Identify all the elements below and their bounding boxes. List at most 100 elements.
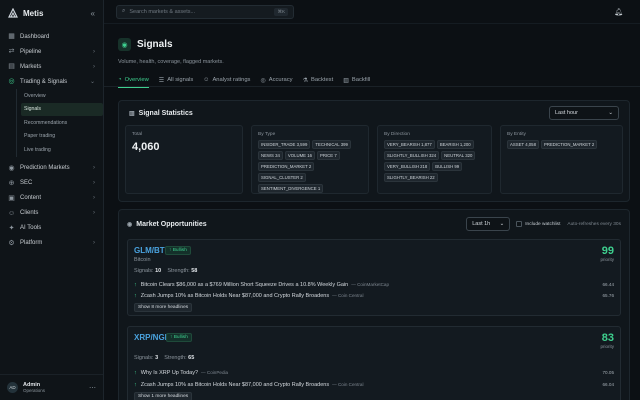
priority-value: 83 [601, 332, 614, 344]
stat-chip: ASSET 4,058 [507, 140, 539, 149]
headline-score: 66.04 [602, 382, 615, 387]
by-entity-chips: ASSET 4,058 PREDICTION_MARKET 2 [507, 140, 616, 149]
user-profile[interactable]: AD Admin Operations ⋯ [0, 374, 103, 400]
sidebar-item-trading-signals[interactable]: ◎ Trading & Signals ⌄ [0, 74, 103, 89]
chevron-down-icon: ⌄ [89, 79, 95, 85]
tab-label: Analyst ratings [212, 77, 251, 83]
tab-accuracy[interactable]: ◎ Accuracy [260, 73, 292, 87]
sidebar-item-label: SEC [20, 180, 33, 186]
search-input[interactable] [129, 8, 275, 15]
platform-icon: ⚙ [8, 239, 15, 247]
stat-chip: VERY_BULLISH 218 [384, 162, 431, 171]
headline-item[interactable]: ↑ Zcash Jumps 10% as Bitcoin Holds Near $… [134, 291, 614, 300]
chevron-down-icon: ⌄ [499, 221, 505, 227]
watchlist-checkbox[interactable] [516, 221, 523, 227]
market-opportunities-card: ◉ Market Opportunities Last 1h ⌄ Include w… [118, 209, 630, 400]
tab-icon: ▥ [343, 77, 349, 84]
signal-icon: ◉ [118, 38, 131, 51]
sidebar-item-pipeline[interactable]: ⇄ Pipeline › [0, 44, 103, 59]
headline-item[interactable]: ↑ Bitcoin Clears $86,000 as a $769 Millio… [134, 280, 614, 289]
tab-backfill[interactable]: ▥ Backfill [343, 73, 370, 87]
headline-source: — Coin Central [332, 293, 364, 298]
sec-icon: ⊕ [8, 179, 15, 187]
include-watchlist-toggle[interactable]: Include watchlist [516, 221, 560, 227]
chevron-right-icon: › [93, 180, 95, 186]
headline-score: 65.76 [602, 293, 615, 298]
sidebar-item-label: Clients [20, 210, 39, 216]
priority-value: 99 [601, 245, 614, 257]
stat-chip: VOLUME 16 [284, 151, 315, 160]
stat-chip: PREDICTION_MARKET 2 [258, 162, 315, 171]
tab-icon: ⚗ [302, 77, 308, 84]
tab-label: Accuracy [268, 77, 293, 83]
clients-icon: ☺ [8, 209, 16, 217]
show-more-headlines-button[interactable]: Show 1 more headlines [134, 392, 193, 400]
bell-icon[interactable]: 🔔︎ [614, 8, 623, 16]
sidebar-item-ai-tools[interactable]: ✦ AI Tools [0, 221, 103, 236]
brand: Metis « [0, 1, 103, 25]
page-header: ◉ Signals Volume, health, coverage, flag… [104, 24, 640, 65]
signal-statistics-card: ▥ Signal Statistics Last hour ⌄ Total 4,06… [118, 100, 630, 202]
headline-item[interactable]: ↑ Zcash Jumps 10% as Bitcoin Holds Near $… [134, 380, 614, 389]
tab-icon: ◎ [260, 77, 266, 84]
headline-item[interactable]: ↑ Why Is XRP Up Today? — CoinPedia 70.05 [134, 368, 614, 377]
show-more-headlines-button[interactable]: Show 8 more headlines [134, 303, 193, 312]
opportunity-symbol[interactable]: XRP/NGN [134, 333, 170, 342]
sidebar-subitem-overview[interactable]: Overview [21, 89, 103, 103]
sidebar-item-content[interactable]: ▣ Content › [0, 191, 103, 206]
page-title: Signals [137, 39, 173, 50]
chevron-right-icon: › [93, 195, 95, 201]
headline-score: 70.05 [602, 370, 615, 375]
direction-badge: ↑ Bullish [165, 246, 191, 255]
chevron-right-icon: › [93, 240, 95, 246]
by-direction-label: By Direction [384, 132, 410, 137]
by-entity-label: By Entity [507, 132, 526, 137]
sidebar-subitem-signals[interactable]: Signals [21, 102, 103, 116]
tab-overview[interactable]: ◔ Overview [118, 73, 149, 88]
tab-all-signals[interactable]: ☰ All signals [159, 73, 194, 87]
tab-backtest[interactable]: ⚗ Backtest [303, 73, 334, 87]
by-type-box: By Type INSIDER_TRADE 3,599 TECHNICAL 399… [251, 125, 369, 194]
sidebar-subitem-recommendations[interactable]: Recommendations [21, 116, 103, 130]
headline-source: — CoinPedia [201, 370, 229, 375]
pipeline-icon: ⇄ [8, 48, 15, 55]
collapse-sidebar-icon[interactable]: « [91, 9, 95, 18]
main-content: ⌕ ⌘K 🔔︎ ◉ Signals Volume, health, covera… [104, 0, 640, 400]
auto-refresh-note: Auto-refreshes every 30s [567, 221, 621, 227]
opportunity-card[interactable]: GLM/BTC ↑ Bullish Bitcoin Signals: 10 Stren… [127, 239, 621, 316]
chart-icon: ▥ [129, 110, 135, 117]
stat-chip: TECHNICAL 399 [312, 140, 351, 149]
search-box[interactable]: ⌕ ⌘K [116, 4, 294, 19]
arrow-up-icon: ↑ [134, 292, 137, 299]
sidebar-item-prediction-markets[interactable]: ◉ Prediction Markets › [0, 161, 103, 176]
total-value: 4,060 [132, 141, 160, 153]
opportunity-meta: Signals: 10 Strength: 58 [134, 268, 198, 274]
stat-chip: SIGNAL_CLUSTER 2 [258, 173, 306, 182]
tab-analyst-ratings[interactable]: ☺ Analyst ratings [203, 73, 250, 87]
period-select[interactable]: Last hour ⌄ [549, 106, 619, 120]
sidebar-item-sec[interactable]: ⊕ SEC › [0, 176, 103, 191]
sidebar-subitem-paper-trading[interactable]: Paper trading [21, 130, 103, 144]
app-root: Metis « ▦ Dashboard ⇄ Pipeline › ▤ Markets › ◎ Tr… [0, 0, 640, 400]
sidebar-item-clients[interactable]: ☺ Clients › [0, 206, 103, 221]
opportunity-card[interactable]: XRP/NGN ↑ Bullish Signals: 3 Strength: 65 8… [127, 326, 621, 400]
app-name: Metis [23, 8, 44, 18]
topbar: ⌕ ⌘K 🔔︎ [104, 0, 640, 24]
sidebar-item-markets[interactable]: ▤ Markets › [0, 59, 103, 74]
search-icon: ⌕ [122, 8, 126, 14]
sidebar-subitem-live-trading[interactable]: Live trading [21, 143, 103, 157]
chevron-right-icon: › [93, 48, 95, 55]
by-direction-chips: VERY_BEARISH 1,877 BEARISH 1,200 SLIGHTLY_… [384, 140, 485, 182]
sidebar-item-label: Content [20, 195, 42, 201]
sidebar-item-dashboard[interactable]: ▦ Dashboard [0, 29, 103, 44]
user-role: Operations [23, 388, 46, 393]
sidebar-item-platform[interactable]: ⚙ Platform › [0, 236, 103, 251]
chevron-right-icon: › [93, 210, 95, 216]
chevron-right-icon: › [93, 165, 95, 171]
direction-badge: ↑ Bullish [166, 333, 192, 342]
sidebar-item-label: Markets [20, 63, 42, 70]
more-icon[interactable]: ⋯ [89, 384, 96, 392]
market-period-select[interactable]: Last 1h ⌄ [466, 217, 511, 231]
tab-label: Backtest [310, 77, 334, 83]
tab-bar: ◔ Overview ☰ All signals ☺ Analyst ratings ◎ Ac… [104, 73, 640, 88]
